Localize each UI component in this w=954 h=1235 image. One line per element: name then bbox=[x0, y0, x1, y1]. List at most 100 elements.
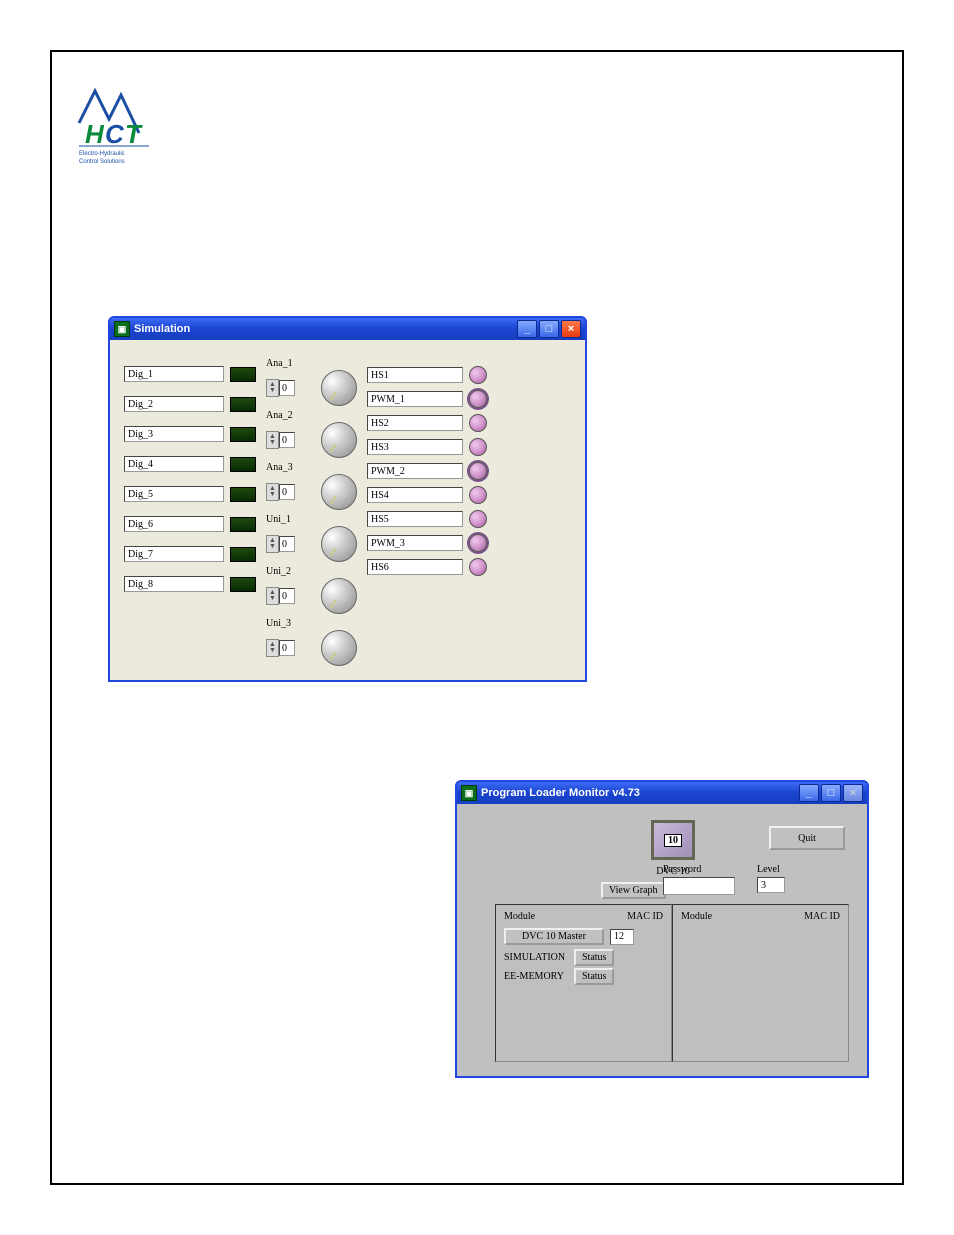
dvc10-master-button[interactable]: DVC 10 Master bbox=[504, 928, 604, 945]
output-label[interactable]: PWM_2 bbox=[367, 463, 463, 479]
analog-knob[interactable] bbox=[321, 526, 357, 562]
dig-led[interactable] bbox=[230, 547, 256, 562]
outputs-column: HS1 PWM_1 HS2 HS3 PWM_2 HS4 HS5 PWM_3 HS… bbox=[367, 358, 487, 666]
analog-knob[interactable] bbox=[321, 370, 357, 406]
dig-row: Dig_8 bbox=[124, 576, 256, 592]
output-label[interactable]: HS5 bbox=[367, 511, 463, 527]
analog-knob[interactable] bbox=[321, 578, 357, 614]
maximize-button[interactable]: □ bbox=[821, 784, 841, 802]
svg-text:T: T bbox=[125, 119, 143, 149]
dig-led[interactable] bbox=[230, 397, 256, 412]
simulation-label: SIMULATION bbox=[504, 952, 568, 963]
output-lamp[interactable] bbox=[469, 462, 487, 480]
module-column-left: ModuleMAC ID DVC 10 Master 12 SIMULATION… bbox=[495, 904, 672, 1062]
analog-row: Ana_3 ▲▼0 bbox=[266, 462, 357, 510]
analog-spinner[interactable]: ▲▼0 bbox=[266, 639, 295, 657]
dig-label[interactable]: Dig_3 bbox=[124, 426, 224, 442]
output-row: PWM_2 bbox=[367, 462, 487, 480]
output-lamp[interactable] bbox=[469, 366, 487, 384]
dig-row: Dig_6 bbox=[124, 516, 256, 532]
dig-led[interactable] bbox=[230, 457, 256, 472]
output-label[interactable]: HS4 bbox=[367, 487, 463, 503]
dig-row: Dig_7 bbox=[124, 546, 256, 562]
analog-label: Uni_3 bbox=[266, 618, 357, 629]
output-label[interactable]: HS3 bbox=[367, 439, 463, 455]
dig-label[interactable]: Dig_1 bbox=[124, 366, 224, 382]
maximize-button[interactable]: □ bbox=[539, 320, 559, 338]
module-header: Module bbox=[504, 911, 627, 922]
analog-inputs-column: Ana_1▲▼0 Ana_2▲▼0 Ana_3▲▼0 Uni_1▲▼0 Uni_… bbox=[266, 358, 357, 666]
dig-led[interactable] bbox=[230, 487, 256, 502]
dig-label[interactable]: Dig_7 bbox=[124, 546, 224, 562]
dig-led[interactable] bbox=[230, 427, 256, 442]
analog-knob[interactable] bbox=[321, 630, 357, 666]
simulation-titlebar[interactable]: ▣ Simulation _ □ × bbox=[110, 318, 585, 340]
dig-label[interactable]: Dig_5 bbox=[124, 486, 224, 502]
dig-label[interactable]: Dig_4 bbox=[124, 456, 224, 472]
module-panel: ModuleMAC ID DVC 10 Master 12 SIMULATION… bbox=[495, 904, 849, 1062]
minimize-button[interactable]: _ bbox=[517, 320, 537, 338]
simulation-status-button[interactable]: Status bbox=[574, 949, 614, 966]
analog-label: Ana_2 bbox=[266, 410, 357, 421]
dig-label[interactable]: Dig_8 bbox=[124, 576, 224, 592]
quit-button[interactable]: Quit bbox=[769, 826, 845, 850]
output-lamp[interactable] bbox=[469, 558, 487, 576]
view-graph-button[interactable]: View Graph bbox=[601, 882, 666, 899]
output-row: PWM_1 bbox=[367, 390, 487, 408]
output-lamp[interactable] bbox=[469, 510, 487, 528]
analog-row: Ana_2 ▲▼0 bbox=[266, 410, 357, 458]
dig-label[interactable]: Dig_6 bbox=[124, 516, 224, 532]
dig-led[interactable] bbox=[230, 517, 256, 532]
window-icon: ▣ bbox=[114, 321, 130, 337]
output-label[interactable]: PWM_3 bbox=[367, 535, 463, 551]
macid-header: MAC ID bbox=[804, 911, 840, 922]
analog-knob[interactable] bbox=[321, 422, 357, 458]
window-title: Simulation bbox=[134, 323, 517, 335]
analog-spinner[interactable]: ▲▼0 bbox=[266, 587, 295, 605]
output-label[interactable]: HS6 bbox=[367, 559, 463, 575]
output-label[interactable]: HS1 bbox=[367, 367, 463, 383]
dig-led[interactable] bbox=[230, 577, 256, 592]
dig-row: Dig_4 bbox=[124, 456, 256, 472]
analog-spinner[interactable]: ▲▼0 bbox=[266, 535, 295, 553]
analog-knob[interactable] bbox=[321, 474, 357, 510]
macid-field[interactable]: 12 bbox=[610, 929, 634, 945]
plm-titlebar[interactable]: ▣ Program Loader Monitor v4.73 _ □ × bbox=[457, 782, 867, 804]
analog-spinner[interactable]: ▲▼0 bbox=[266, 483, 295, 501]
output-lamp[interactable] bbox=[469, 534, 487, 552]
analog-spinner[interactable]: ▲▼0 bbox=[266, 431, 295, 449]
macid-header: MAC ID bbox=[627, 911, 663, 922]
close-button[interactable]: × bbox=[561, 320, 581, 338]
minimize-button[interactable]: _ bbox=[799, 784, 819, 802]
output-row: HS4 bbox=[367, 486, 487, 504]
output-label[interactable]: HS2 bbox=[367, 415, 463, 431]
dig-row: Dig_1 bbox=[124, 366, 256, 382]
analog-spinner[interactable]: ▲▼0 bbox=[266, 379, 295, 397]
dig-led[interactable] bbox=[230, 367, 256, 382]
dig-row: Dig_5 bbox=[124, 486, 256, 502]
level-group: Level 3 bbox=[757, 864, 785, 895]
output-lamp[interactable] bbox=[469, 414, 487, 432]
simulation-status-row: SIMULATION Status bbox=[504, 949, 663, 966]
eememory-status-row: EE-MEMORY Status bbox=[504, 968, 663, 985]
svg-text:Electro-Hydraulic: Electro-Hydraulic bbox=[79, 151, 125, 157]
dig-row: Dig_3 bbox=[124, 426, 256, 442]
close-button: × bbox=[843, 784, 863, 802]
output-lamp[interactable] bbox=[469, 438, 487, 456]
output-label[interactable]: PWM_1 bbox=[367, 391, 463, 407]
level-field[interactable]: 3 bbox=[757, 877, 785, 893]
eememory-status-button[interactable]: Status bbox=[574, 968, 614, 985]
output-lamp[interactable] bbox=[469, 390, 487, 408]
module-column-right: ModuleMAC ID bbox=[672, 904, 849, 1062]
output-row: HS1 bbox=[367, 366, 487, 384]
analog-row: Uni_2▲▼0 bbox=[266, 566, 357, 614]
svg-text:Control Solutions: Control Solutions bbox=[79, 159, 125, 165]
analog-row: Uni_3 ▲▼0 bbox=[266, 618, 357, 666]
digital-inputs-column: Dig_1 Dig_2 Dig_3 Dig_4 Dig_5 Dig_6 Dig_… bbox=[124, 358, 256, 666]
password-field[interactable] bbox=[663, 877, 735, 895]
analog-label: Ana_3 bbox=[266, 462, 357, 473]
output-lamp[interactable] bbox=[469, 486, 487, 504]
dig-label[interactable]: Dig_2 bbox=[124, 396, 224, 412]
window-icon: ▣ bbox=[461, 785, 477, 801]
password-label: Password bbox=[663, 864, 735, 875]
